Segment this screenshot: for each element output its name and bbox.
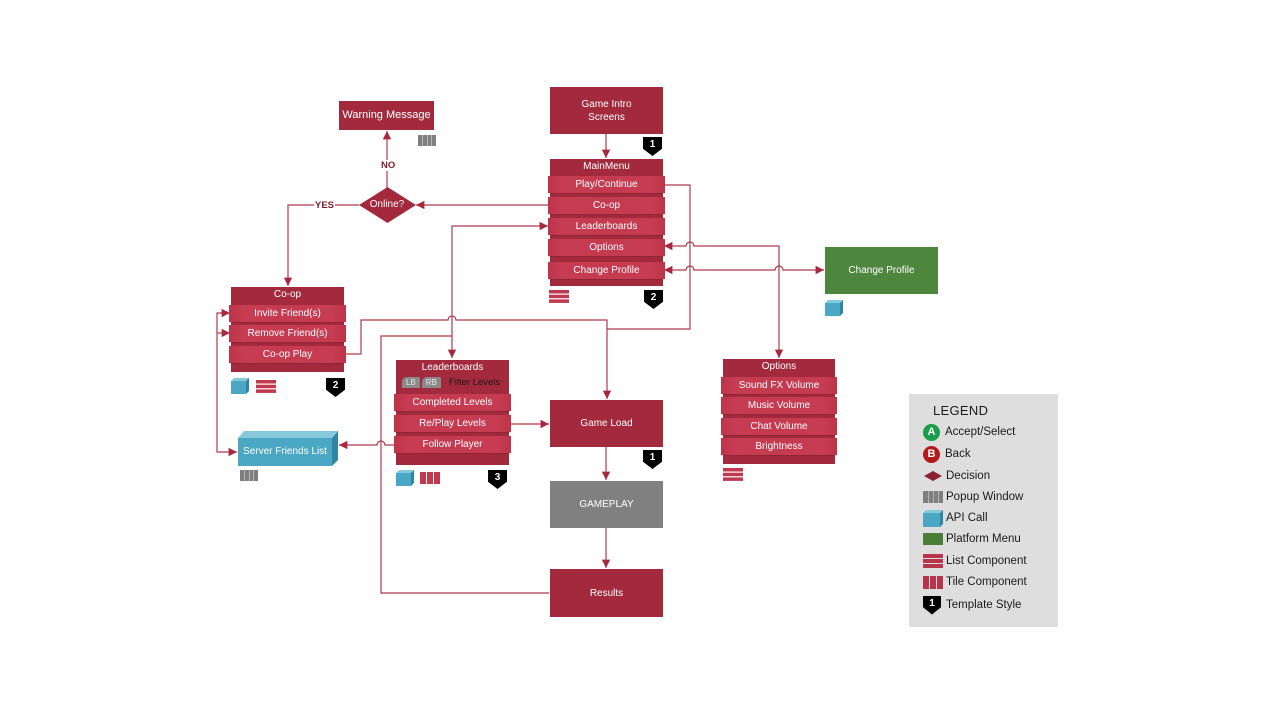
- change-profile-platform-label: Change Profile: [848, 265, 915, 276]
- connector-changeprofile-link: [664, 265, 824, 275]
- main-menu-item-coop[interactable]: Co-op: [548, 197, 665, 214]
- list-component-icon: [923, 554, 943, 568]
- options-item-brightness[interactable]: Brightness: [721, 438, 837, 455]
- gameplay-label: GAMEPLAY: [579, 499, 634, 510]
- template-style-icon: 1: [923, 595, 941, 615]
- legend-label: Template Style: [946, 599, 1022, 611]
- legend-item: 1 Template Style: [923, 595, 1022, 615]
- template-number: 2: [650, 292, 657, 303]
- legend-title: LEGEND: [933, 403, 989, 418]
- tile-component-icon: [923, 575, 943, 589]
- legend-label: Tile Component: [946, 576, 1027, 588]
- game-intro-label-line2: Screens: [588, 111, 625, 123]
- main-menu-item-leaderboards[interactable]: Leaderboards: [548, 218, 665, 235]
- options-item-chat-volume[interactable]: Chat Volume: [721, 418, 837, 435]
- template-number: 2: [332, 380, 339, 391]
- legend-item: API Call: [923, 509, 988, 527]
- template-number: 3: [494, 472, 501, 483]
- connector-follow-to-serverfriends: [339, 440, 395, 450]
- back-button-icon: B: [923, 445, 940, 463]
- decision-online-label: Online?: [369, 199, 405, 210]
- api-call-icon: [231, 378, 249, 394]
- rb-button[interactable]: RB: [421, 376, 441, 388]
- warning-message-node[interactable]: Warning Message: [339, 101, 434, 130]
- legend-item: B Back: [923, 445, 971, 463]
- popup-window-icon: [418, 135, 436, 146]
- legend-label: Accept/Select: [945, 426, 1016, 438]
- edge-label-yes: YES: [314, 200, 336, 211]
- legend-label: Decision: [946, 470, 991, 482]
- main-menu-item-options[interactable]: Options: [548, 239, 665, 256]
- options-item-music-volume[interactable]: Music Volume: [721, 397, 837, 414]
- connector-decision-yes-to-coop: [283, 204, 359, 286]
- legend-item: Platform Menu: [923, 530, 1021, 548]
- leaderboards-title: Leaderboards: [421, 362, 484, 373]
- template-number: 1: [649, 452, 656, 463]
- list-component-icon: [256, 380, 276, 393]
- game-load-label: Game Load: [580, 418, 633, 429]
- main-menu-panel: MainMenu Play/Continue Co-op Leaderboard…: [548, 159, 665, 286]
- coop-title: Co-op: [273, 289, 302, 300]
- list-component-icon: [723, 468, 743, 481]
- leaderboards-item-replay-levels[interactable]: Re/Play Levels: [394, 415, 511, 432]
- legend-item: Popup Window: [923, 488, 1023, 506]
- leaderboards-panel: Leaderboards LB RB Filter Levels Complet…: [394, 360, 511, 465]
- server-friends-list-label: Server Friends List: [243, 446, 327, 457]
- accept-button-icon: A: [923, 423, 940, 441]
- popup-window-icon: [240, 470, 258, 481]
- coop-item-remove-friends[interactable]: Remove Friend(s): [229, 325, 346, 342]
- filter-row: LB RB Filter Levels: [402, 376, 500, 388]
- change-profile-platform-node[interactable]: Change Profile: [825, 247, 938, 294]
- legend-label: Back: [945, 448, 971, 460]
- legend-label: List Component: [946, 555, 1027, 567]
- legend-item: Tile Component: [923, 573, 1027, 591]
- leaderboards-item-follow-player[interactable]: Follow Player: [394, 436, 511, 453]
- warning-message-label: Warning Message: [342, 109, 431, 121]
- template-number: 1: [649, 139, 656, 150]
- platform-menu-icon: [923, 533, 943, 545]
- coop-panel: Co-op Invite Friend(s) Remove Friend(s) …: [229, 287, 346, 372]
- legend-item: Decision: [923, 467, 990, 485]
- legend: LEGEND A Accept/Select B Back Decision P…: [909, 394, 1058, 627]
- coop-item-coop-play[interactable]: Co-op Play: [229, 346, 346, 363]
- options-panel: Options Sound FX Volume Music Volume Cha…: [721, 359, 837, 464]
- leaderboards-item-completed-levels[interactable]: Completed Levels: [394, 394, 511, 411]
- main-menu-title: MainMenu: [583, 161, 630, 172]
- results-label: Results: [589, 587, 624, 599]
- legend-label: API Call: [946, 512, 988, 524]
- popup-window-icon: [923, 491, 943, 503]
- lb-button[interactable]: LB: [402, 376, 420, 388]
- coop-item-invite-friends[interactable]: Invite Friend(s): [229, 305, 346, 322]
- filter-levels-label: Filter Levels: [448, 376, 501, 388]
- decision-icon: [924, 471, 942, 481]
- legend-label: Popup Window: [946, 491, 1024, 503]
- api-call-icon: [396, 470, 414, 486]
- connector-coopplay-to-gameload: [345, 315, 608, 355]
- gameplay-node[interactable]: GAMEPLAY: [550, 481, 663, 528]
- edge-label-no: NO: [380, 160, 397, 171]
- legend-item: A Accept/Select: [923, 423, 1015, 441]
- game-load-node[interactable]: Game Load: [550, 400, 663, 447]
- tile-component-icon: [420, 472, 440, 484]
- list-component-icon: [549, 290, 569, 303]
- options-title: Options: [761, 361, 797, 372]
- main-menu-item-change-profile[interactable]: Change Profile: [548, 262, 665, 279]
- legend-item: List Component: [923, 552, 1027, 570]
- legend-label: Platform Menu: [946, 533, 1021, 545]
- game-intro-label-line1: Game Intro: [581, 98, 632, 110]
- game-intro-node[interactable]: Game Intro Screens: [550, 87, 663, 134]
- api-call-icon: [923, 509, 943, 527]
- connector-leaderboards-link: [447, 221, 548, 358]
- main-menu-item-play-continue[interactable]: Play/Continue: [548, 176, 665, 193]
- options-item-sound-fx-volume[interactable]: Sound FX Volume: [721, 377, 837, 394]
- connector-options-link: [664, 241, 784, 358]
- api-call-icon: [825, 300, 843, 316]
- results-node[interactable]: Results: [550, 569, 663, 617]
